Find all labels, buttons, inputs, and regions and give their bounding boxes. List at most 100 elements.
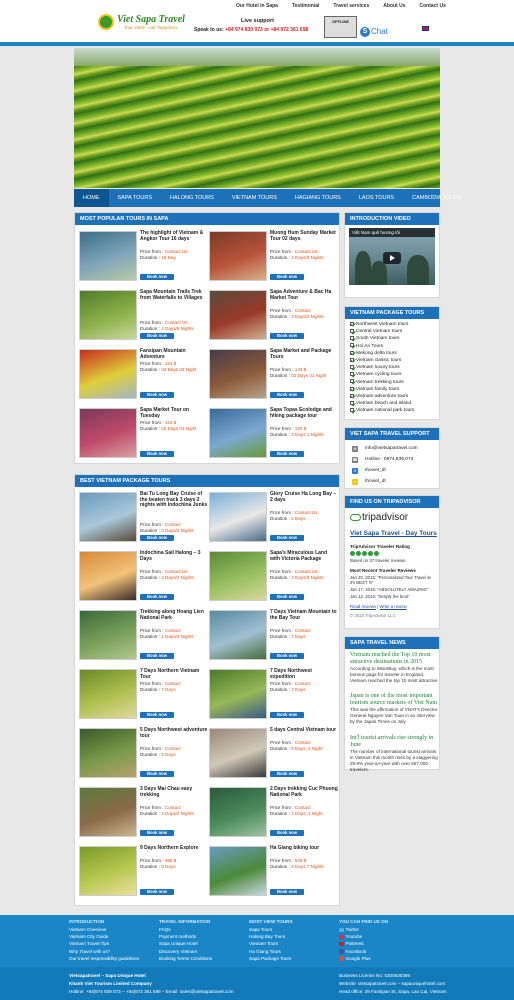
tour-title[interactable]: Sapa Topas Ecolodge and hiking package t… (270, 407, 338, 419)
tour-thumbnail[interactable] (209, 728, 267, 778)
tour-thumbnail[interactable] (209, 551, 267, 601)
book-now-button[interactable]: Book now (140, 392, 174, 398)
tour-title[interactable]: 3 Days Mai Chau easy trekking (140, 786, 208, 798)
tripadvisor-review-2[interactable]: Jan 17, 2015: “ABSOLUTELY AMAZING” (350, 587, 428, 592)
tour-title[interactable]: 5 Days Northwest adventure tour (140, 727, 208, 739)
tour-title[interactable]: 9 Days Northern Explore (140, 845, 208, 852)
facebook-link[interactable]: FaceBook (339, 948, 388, 955)
google-plus-link[interactable]: Google Plus (339, 955, 388, 962)
tour-card[interactable]: 9 Days Northern Explore Price from : 485 … (79, 845, 208, 898)
tour-thumbnail[interactable] (79, 492, 137, 542)
nav-sapa-tours[interactable]: SAPA TOURS (109, 189, 162, 207)
tour-title[interactable]: Trekking along Hoang Lien National Park (140, 609, 208, 621)
tour-title[interactable]: Muong Hum Sunday Market Tour 02 days (270, 230, 338, 242)
tour-thumbnail[interactable] (209, 669, 267, 719)
package-list-item[interactable]: Vietnam national park tours (350, 407, 435, 414)
topnav-about-link[interactable]: About Us (383, 3, 405, 9)
tour-card[interactable]: Trekking along Hoang Lien National Park P… (79, 609, 208, 662)
tour-title[interactable]: Sapa Market Tour on Tuesday (140, 407, 208, 419)
book-now-button[interactable]: Book now (140, 333, 174, 339)
package-list-item[interactable]: Vietnam family tours (350, 386, 435, 393)
book-now-button[interactable]: Book now (140, 712, 174, 718)
read-reviews-link[interactable]: Read reviews (350, 604, 376, 609)
tour-title[interactable]: Bai Tu Long Bay Cruise of the beaten tra… (140, 491, 208, 509)
offline-chat-badge[interactable]: OFFLINE (324, 16, 357, 38)
tour-card[interactable]: Muong Hum Sunday Market Tour 02 days Pric… (209, 230, 338, 283)
tour-thumbnail[interactable] (209, 846, 267, 896)
tripadvisor-business-name[interactable]: Viet Sapa Travel - Day Tours (350, 530, 437, 537)
book-now-button[interactable]: Book now (270, 653, 304, 659)
tour-title[interactable]: Indochina Sail Halong – 3 Days (140, 550, 208, 562)
tour-card[interactable]: Sapa Market and Package Tours Price from … (209, 348, 338, 401)
package-list-item[interactable]: Vietnam classic tours (350, 357, 435, 364)
tour-card[interactable]: 7 Days Northwest expedition Price from : … (209, 668, 338, 721)
footer-link[interactable]: Booking Terms Conditions (159, 955, 212, 962)
tour-card[interactable]: Fansipan Mountain Adventure Price from : … (79, 348, 208, 401)
skype-chat-button[interactable]: S Chat (360, 27, 388, 37)
package-list-item[interactable]: Vietnam trekking tours (350, 379, 435, 386)
intro-video-player[interactable]: Việt Nam quê hương tôi (349, 228, 435, 285)
tour-card[interactable]: 7 Days Northern Vietnam Tour Price from :… (79, 668, 208, 721)
tour-thumbnail[interactable] (79, 408, 137, 458)
tour-thumbnail[interactable] (209, 787, 267, 837)
tour-title[interactable]: Fansipan Mountain Adventure (140, 348, 208, 360)
topnav-hotel-link[interactable]: Our Hotel in Sapa (236, 3, 278, 9)
tour-card[interactable]: 5 Days Northwest adventure tour Price fro… (79, 727, 208, 780)
english-flag-icon[interactable] (422, 26, 429, 31)
tour-card[interactable]: Indochina Sail Halong – 3 Days Price from… (79, 550, 208, 603)
tripadvisor-review-1[interactable]: Jan 20, 2015: “Personalized Tour Travel … (350, 575, 436, 585)
book-now-button[interactable]: Book now (140, 535, 174, 541)
support-hotline-row[interactable]: ☎ Hotline : 0974.839.073 (352, 454, 435, 465)
tour-title[interactable]: 7 Days Northwest expedition (270, 668, 338, 680)
package-list-item[interactable]: Hoi An Tours (350, 343, 435, 350)
package-list-item[interactable]: South Vietnam tours (350, 335, 435, 342)
footer-link[interactable]: Sapa Package Tours (249, 955, 293, 962)
nav-laos-tours[interactable]: LAOS TOURS (350, 189, 403, 207)
book-now-button[interactable]: Book now (270, 830, 304, 836)
tour-card[interactable]: Glory Cruise Ha Long Bay – 2 days Price f… (209, 491, 338, 544)
package-list-item[interactable]: Vietnam cycling tours (350, 371, 435, 378)
tour-card[interactable]: 5 days Central Vietnam tour Price from : … (209, 727, 338, 780)
book-now-button[interactable]: Book now (140, 451, 174, 457)
tour-title[interactable]: Sapa's Miraculous Land with Victoria Pac… (270, 550, 338, 562)
tour-thumbnail[interactable] (79, 551, 137, 601)
nav-home[interactable]: HOME (74, 189, 109, 207)
book-now-button[interactable]: Book now (270, 889, 304, 895)
book-now-button[interactable]: Book now (270, 535, 304, 541)
tour-card[interactable]: The highlight of Vietnam & Angkor Tour 1… (79, 230, 207, 283)
footer-link[interactable]: Discovery Vietnam (159, 948, 212, 955)
tour-card[interactable]: 3 Days Mai Chau easy trekking Price from … (79, 786, 208, 839)
site-logo[interactable]: Viet Sapa Travel Your smile - our happin… (98, 13, 188, 35)
tour-thumbnail[interactable] (79, 231, 137, 281)
tour-thumbnail[interactable] (209, 492, 267, 542)
tour-card[interactable]: Bai Tu Long Bay Cruise of the beaten tra… (79, 491, 208, 544)
nav-halong-tours[interactable]: HALONG TOURS (161, 189, 223, 207)
footer-link[interactable]: FAQs (159, 926, 212, 933)
support-yahoo-row[interactable]: ☺ thoviet_dl (352, 476, 435, 487)
youtube-link[interactable]: Youtube (339, 933, 388, 940)
footer-link[interactable]: Vietnam City Guide (69, 933, 139, 940)
topnav-testimonial-link[interactable]: Testimonial (292, 3, 319, 9)
tour-card[interactable]: Sapa Mountain Trails Trek from Waterfall… (79, 289, 207, 342)
book-now-button[interactable]: Book now (140, 889, 174, 895)
pinterest-link[interactable]: Pinterest (339, 940, 388, 947)
support-email-row[interactable]: @ info@vietsapatravel.com (352, 443, 435, 454)
tour-thumbnail[interactable] (79, 728, 137, 778)
tour-title[interactable]: 5 days Central Vietnam tour (270, 727, 338, 734)
book-now-button[interactable]: Book now (270, 594, 304, 600)
tour-title[interactable]: Glory Cruise Ha Long Bay – 2 days (270, 491, 338, 503)
tour-title[interactable]: 7 Days Vietnam Mountain to the Bay Tour (270, 609, 338, 621)
nav-cambodia-tours[interactable]: CAMBODIA TOURS (403, 189, 471, 207)
footer-link[interactable]: Why Travel with us? (69, 948, 139, 955)
support-phone-numbers[interactable]: +84 974 839 073 or +84 972 361 698 (225, 27, 308, 33)
package-list-item[interactable]: Vietnam adventure tours (350, 393, 435, 400)
footer-link[interactable]: Sapa Unique Hotel (159, 940, 212, 947)
news-headline[interactable]: Japan is one of the most important touri… (350, 693, 438, 707)
tour-title[interactable]: 7 Days Northern Vietnam Tour (140, 668, 208, 680)
tour-title[interactable]: Sapa Market and Package Tours (270, 348, 338, 360)
tour-card[interactable]: 2 Days trekking Cuc Phuong National Park… (209, 786, 338, 839)
tour-card[interactable]: Ha Giang biking tour Price from : 549 $ Du… (209, 845, 337, 898)
twitter-link[interactable]: Twitter (339, 926, 388, 933)
nav-hagiang-tours[interactable]: HAGIANG TOURS (286, 189, 350, 207)
news-headline[interactable]: Int'l tourist arrivals rise strongly in … (350, 735, 438, 749)
